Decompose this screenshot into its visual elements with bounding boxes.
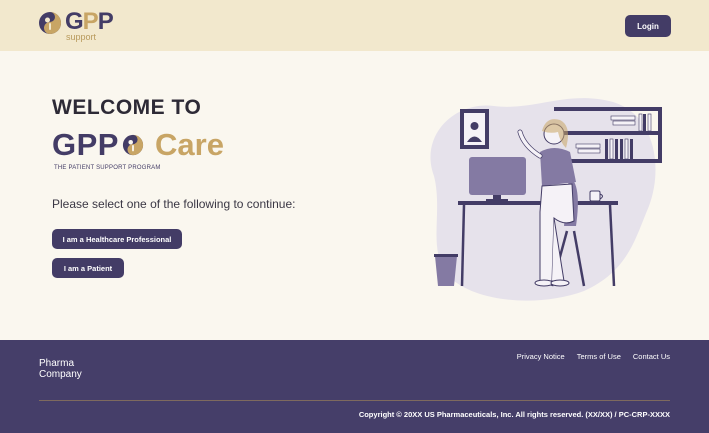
company-line-1: Pharma — [39, 358, 75, 369]
company-logo[interactable]: Pharma Company — [39, 358, 99, 380]
contact-us-link[interactable]: Contact Us — [633, 352, 670, 361]
selection-prompt: Please select one of the following to co… — [52, 197, 296, 211]
site-footer: Pharma Company Privacy Notice Terms of U… — [0, 340, 709, 433]
terms-of-use-link[interactable]: Terms of Use — [577, 352, 621, 361]
logo-wordmark: GPP — [65, 8, 114, 35]
logo-subtitle: support — [66, 32, 97, 42]
gpp-support-logo[interactable]: GPP support — [38, 9, 118, 43]
office-illustration — [430, 98, 662, 301]
welcome-heading: WELCOME TO — [52, 96, 202, 119]
footer-divider — [39, 400, 670, 401]
company-line-2: Company — [39, 369, 82, 380]
patient-button[interactable]: I am a Patient — [52, 258, 124, 278]
healthcare-professional-button[interactable]: I am a Healthcare Professional — [52, 229, 182, 249]
site-header: GPP support Login — [0, 0, 709, 51]
footer-links: Privacy Notice Terms of Use Contact Us — [517, 352, 670, 361]
brand-gpp-text: GPP — [52, 127, 119, 162]
gpp-logo-icon — [39, 12, 61, 34]
brand-care-text: Care — [155, 127, 224, 162]
privacy-notice-link[interactable]: Privacy Notice — [517, 352, 565, 361]
copyright-text: Copyright © 20XX US Pharmaceuticals, Inc… — [358, 410, 670, 419]
login-button[interactable]: Login — [625, 15, 671, 37]
gpp-care-icon — [122, 134, 144, 156]
tagline: THE PATIENT SUPPORT PROGRAM — [54, 165, 161, 171]
